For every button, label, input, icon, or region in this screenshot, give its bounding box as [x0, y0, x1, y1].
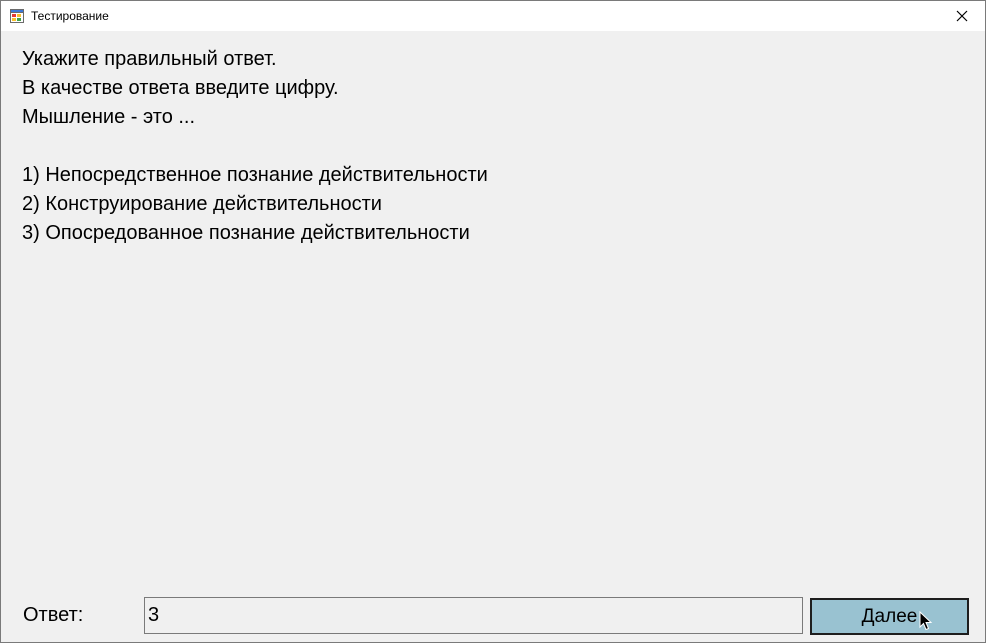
client-area: Укажите правильный ответ. В качестве отв…: [1, 31, 985, 642]
mouse-cursor-icon: [919, 611, 933, 631]
close-icon: [956, 10, 968, 22]
answer-input[interactable]: [144, 597, 803, 634]
window-title: Тестирование: [31, 9, 109, 23]
next-button-label: Далее: [861, 605, 918, 627]
answer-label: Ответ:: [23, 604, 84, 626]
instruction-line: В качестве ответа введите цифру.: [22, 77, 339, 99]
close-button[interactable]: [939, 1, 985, 31]
next-button[interactable]: Далее: [810, 598, 969, 635]
test-window: Тестирование Укажите правильный ответ. В…: [0, 0, 986, 643]
question-text: Укажите правильный ответ. В качестве отв…: [22, 45, 488, 248]
app-icon: [10, 9, 24, 23]
option-1: 1) Непосредственное познание действитель…: [22, 164, 488, 186]
question-line: Мышление - это ...: [22, 106, 196, 128]
title-bar[interactable]: Тестирование: [1, 1, 985, 31]
option-3: 3) Опосредованное познание действительно…: [22, 222, 470, 244]
option-2: 2) Конструирование действительности: [22, 193, 382, 215]
instruction-line: Укажите правильный ответ.: [22, 48, 277, 70]
